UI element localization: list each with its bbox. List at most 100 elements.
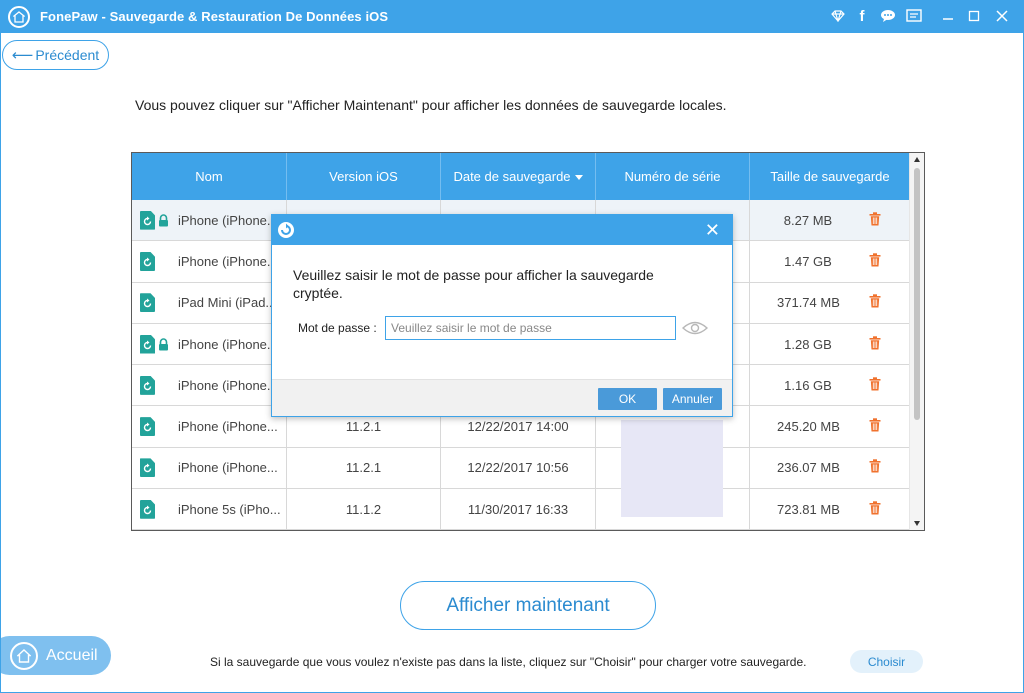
file-icon <box>140 251 155 271</box>
cell-backup-size: 8.27 MB <box>750 200 910 240</box>
trash-icon[interactable] <box>869 501 881 518</box>
cell-backup-size-label: 1.16 GB <box>784 377 832 393</box>
app-title: FonePaw - Sauvegarde & Restauration De D… <box>40 9 389 24</box>
dialog-logo-icon <box>278 222 294 238</box>
choose-button[interactable]: Choisir <box>850 650 923 673</box>
home-icon <box>10 641 38 670</box>
column-header-name[interactable]: Nom <box>132 153 287 200</box>
cell-name: iPhone 5s (iPho... <box>132 489 287 530</box>
cell-name: iPhone (iPhone... <box>132 200 287 241</box>
trash-icon[interactable] <box>869 418 881 435</box>
lock-icon <box>158 337 169 351</box>
row-icons <box>140 375 170 395</box>
row-icons <box>140 417 170 437</box>
file-icon <box>140 334 155 354</box>
dialog-header: ✕ <box>272 215 732 245</box>
cell-name-label: iPhone 5s (iPho... <box>178 501 281 517</box>
column-header-backup-size[interactable]: Taille de sauvegarde <box>750 153 910 200</box>
cell-name-label: iPhone (iPhone... <box>178 377 278 393</box>
facebook-icon[interactable]: f <box>852 6 872 26</box>
row-icons <box>140 334 170 354</box>
arrow-left-icon: ⟵ <box>11 47 34 64</box>
cell-name-label: iPhone (iPhone... <box>178 336 278 352</box>
cell-name-label: iPhone (iPhone... <box>178 212 278 228</box>
cell-backup-size: 236.07 MB <box>750 448 910 488</box>
password-label: Mot de passe : <box>298 321 377 335</box>
cell-backup-size-label: 371.74 MB <box>777 295 840 311</box>
cell-backup-size-label: 1.28 GB <box>784 336 832 352</box>
cell-name: iPhone (iPhone... <box>132 365 287 406</box>
trash-icon[interactable] <box>869 459 881 476</box>
trash-icon[interactable] <box>869 294 881 311</box>
row-icons <box>140 251 170 271</box>
cell-name: iPhone (iPhone... <box>132 323 287 365</box>
sort-caret-icon <box>574 174 583 180</box>
cell-name-label: iPhone (iPhone... <box>178 253 278 269</box>
instruction-text: Vous pouvez cliquer sur "Afficher Mainte… <box>135 97 727 113</box>
column-header-backup-date[interactable]: Date de sauvegarde <box>441 153 596 200</box>
home-button-label: Accueil <box>46 646 98 664</box>
show-now-button[interactable]: Afficher maintenant <box>400 581 656 630</box>
cell-ios-version: 11.2.1 <box>287 447 441 489</box>
column-header-serial-number[interactable]: Numéro de série <box>596 153 750 200</box>
table-row[interactable]: iPhone 5s (iPho... 11.1.2 11/30/2017 16:33… <box>132 489 910 530</box>
file-icon <box>140 293 155 313</box>
file-icon <box>140 210 155 230</box>
home-button[interactable]: Accueil <box>0 636 111 675</box>
cell-backup-size-label: 8.27 MB <box>783 212 833 228</box>
feedback-icon[interactable] <box>904 6 924 26</box>
lock-icon <box>158 213 169 227</box>
table-row[interactable]: iPhone (iPhone... 11.2.1 12/22/2017 10:56 2… <box>132 447 910 490</box>
dialog-footer: OK Annuler <box>272 379 732 416</box>
cell-backup-size: 1.28 GB <box>750 324 910 364</box>
scroll-down-icon[interactable] <box>914 521 920 526</box>
cell-backup-size-label: 1.47 GB <box>784 253 832 269</box>
redacted-serial-area <box>621 420 723 517</box>
eye-icon[interactable] <box>681 320 709 341</box>
cell-backup-size: 1.16 GB <box>750 365 910 405</box>
password-dialog: ✕ Veuillez saisir le mot de passe pour a… <box>271 214 733 417</box>
scroll-thumb[interactable] <box>914 168 920 420</box>
table-scrollbar[interactable] <box>909 153 924 530</box>
trash-icon[interactable] <box>869 211 881 229</box>
column-header-ios-version[interactable]: Version iOS <box>287 153 441 200</box>
cell-backup-date: 12/22/2017 10:56 <box>441 447 596 489</box>
cell-backup-size-label: 723.81 MB <box>777 501 840 517</box>
cell-name-label: iPad Mini (iPad... <box>178 295 277 311</box>
maximize-icon[interactable] <box>964 6 984 26</box>
back-button[interactable]: ⟵ Précédent <box>2 40 109 70</box>
cell-name-label: iPhone (iPhone... <box>178 460 278 476</box>
ok-button[interactable]: OK <box>598 388 657 410</box>
cell-ios-version: 11.1.2 <box>287 489 441 530</box>
file-icon <box>140 417 155 437</box>
cell-backup-size: 245.20 MB <box>750 406 910 446</box>
diamond-icon[interactable] <box>828 6 848 26</box>
row-icons <box>140 293 170 313</box>
cancel-button[interactable]: Annuler <box>663 388 722 410</box>
bottom-hint-text: Si la sauvegarde que vous voulez n'exist… <box>210 655 807 669</box>
dialog-message: Veuillez saisir le mot de passe pour aff… <box>293 267 654 301</box>
trash-icon[interactable] <box>869 377 881 394</box>
trash-icon[interactable] <box>869 335 881 353</box>
password-input[interactable] <box>385 316 676 340</box>
trash-icon[interactable] <box>869 253 881 270</box>
cell-name: iPhone (iPhone... <box>132 241 287 282</box>
cell-backup-size: 1.47 GB <box>750 241 910 281</box>
cell-name-label: iPhone (iPhone... <box>178 419 278 435</box>
cell-name: iPhone (iPhone... <box>132 406 287 447</box>
dialog-close-icon[interactable]: ✕ <box>705 221 720 239</box>
scroll-up-icon[interactable] <box>914 157 920 162</box>
table-header: Nom Version iOS Date de sauvegarde Numér… <box>132 153 910 200</box>
cell-backup-size-label: 245.20 MB <box>777 419 840 435</box>
close-icon[interactable] <box>992 6 1012 26</box>
row-icons <box>140 499 170 519</box>
column-header-backup-date-label: Date de sauvegarde <box>453 169 571 184</box>
back-button-label: Précédent <box>35 47 100 63</box>
cell-backup-date: 11/30/2017 16:33 <box>441 489 596 530</box>
app-logo-icon <box>8 6 30 28</box>
row-icons <box>140 210 170 230</box>
chat-icon[interactable] <box>878 6 898 26</box>
file-icon <box>140 499 155 519</box>
cell-name: iPad Mini (iPad... <box>132 282 287 323</box>
minimize-icon[interactable] <box>938 6 958 26</box>
